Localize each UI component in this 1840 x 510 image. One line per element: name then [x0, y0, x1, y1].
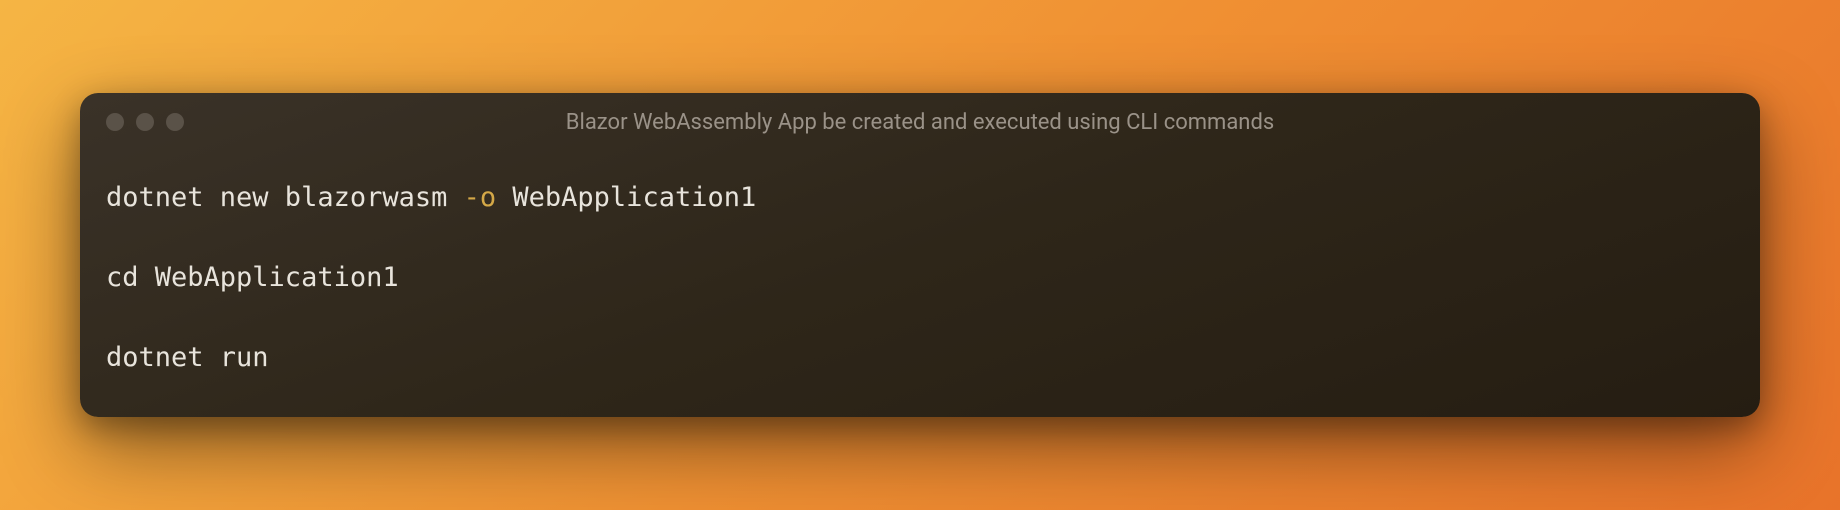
traffic-lights	[106, 113, 184, 131]
code-flag: -o	[464, 182, 497, 213]
terminal-body: dotnet new blazorwasm -o WebApplication1…	[80, 147, 1760, 376]
code-text: dotnet new blazorwasm	[106, 182, 464, 213]
terminal-window: Blazor WebAssembly App be created and ex…	[80, 93, 1760, 416]
window-title: Blazor WebAssembly App be created and ex…	[566, 110, 1274, 135]
code-line-3: dotnet run	[106, 339, 1734, 377]
close-icon[interactable]	[106, 113, 124, 131]
minimize-icon[interactable]	[136, 113, 154, 131]
code-line-1: dotnet new blazorwasm -o WebApplication1	[106, 179, 1734, 217]
title-bar: Blazor WebAssembly App be created and ex…	[80, 93, 1760, 147]
code-text: WebApplication1	[496, 182, 756, 213]
code-line-2: cd WebApplication1	[106, 259, 1734, 297]
maximize-icon[interactable]	[166, 113, 184, 131]
